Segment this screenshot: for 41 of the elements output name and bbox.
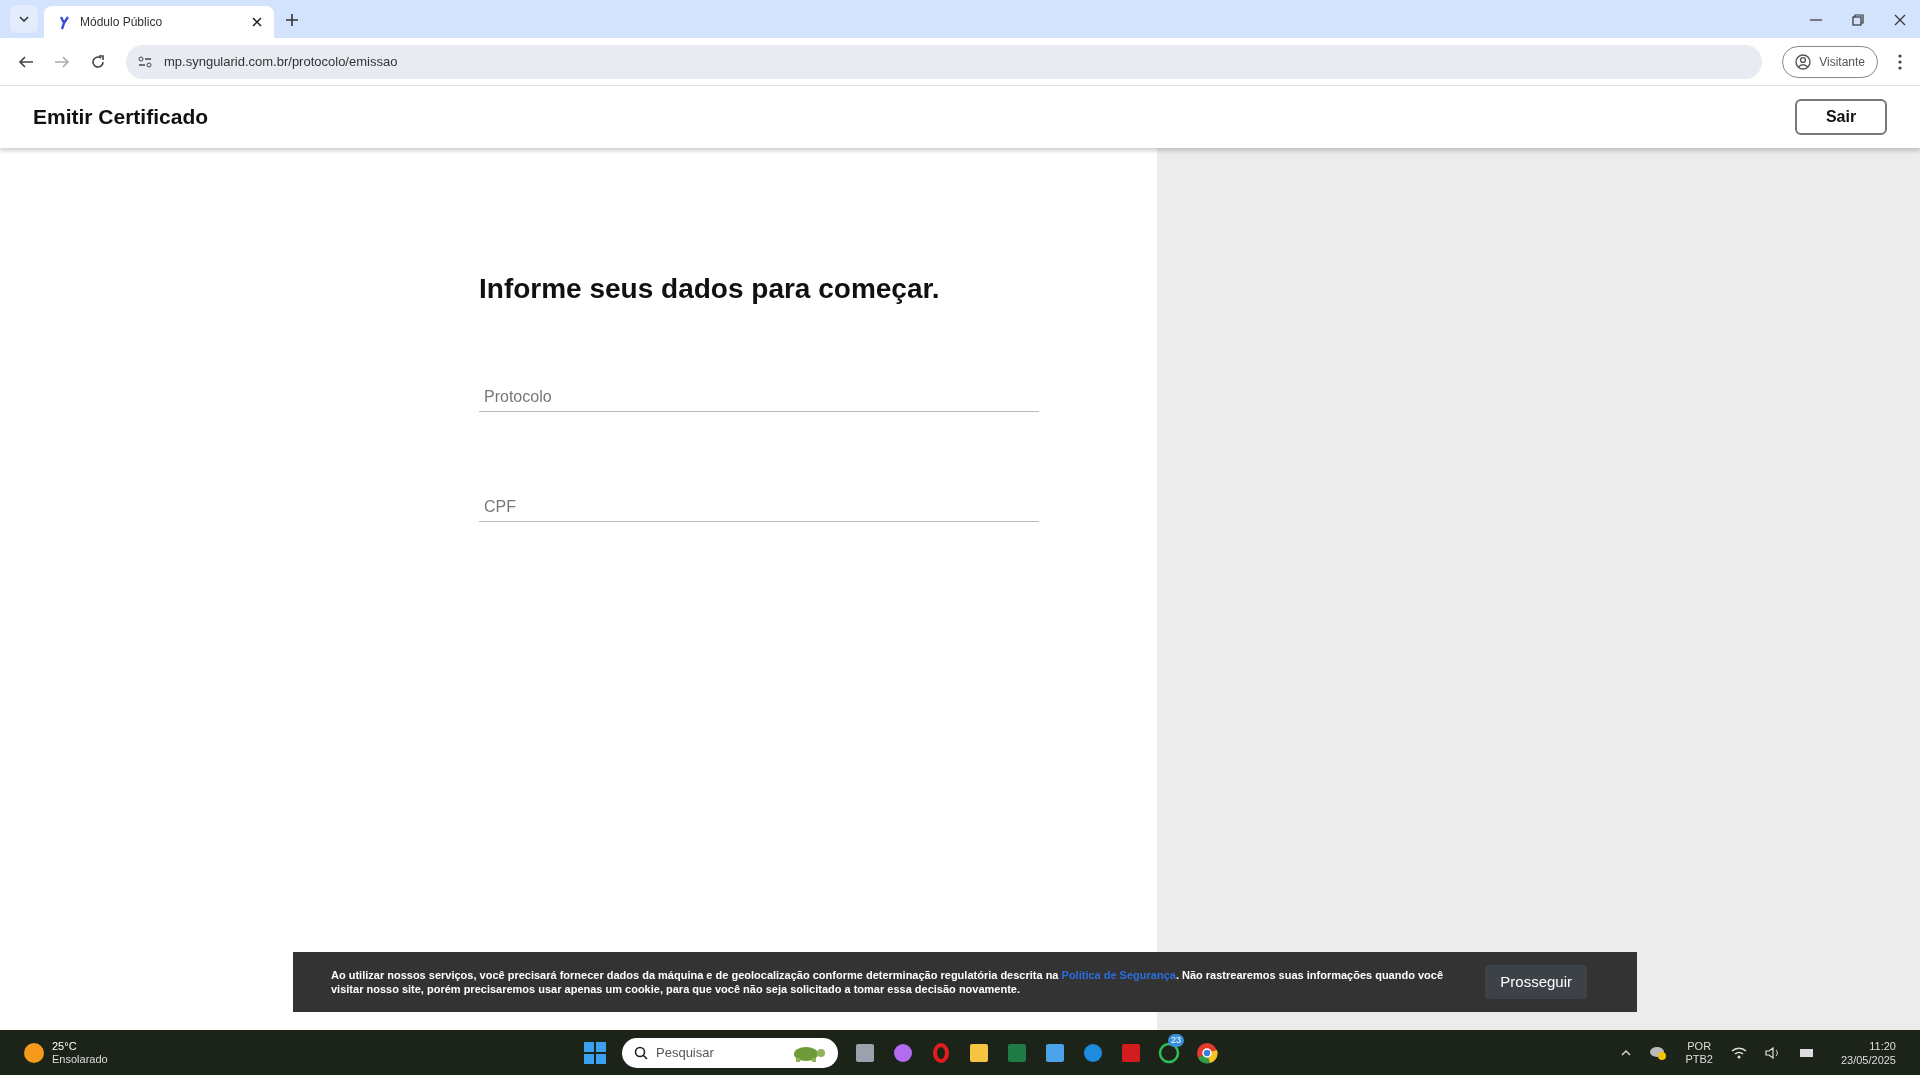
clock-date: 23/05/2025 [1840,1052,1896,1067]
tab-list-button[interactable] [10,5,38,33]
new-tab-icon[interactable] [286,14,298,26]
clock-time: 11:20 [1869,1038,1896,1053]
language-code: POR [1687,1039,1712,1053]
opera-icon[interactable] [930,1041,952,1064]
weather-condition: Ensolarado [52,1052,108,1066]
notification-badge: 23 [1168,1033,1184,1047]
chrome-icon[interactable] [1196,1041,1218,1064]
restore-icon[interactable] [1852,14,1864,26]
address-bar[interactable]: mp.syngularid.com.br/protocolo/emissao [126,44,1763,79]
search-placeholder: Pesquisar [656,1043,715,1062]
battery-icon[interactable] [1798,1046,1815,1059]
keyboard-layout: PTB2 [1685,1052,1713,1066]
search-field[interactable]: Pesquisar [622,1037,838,1068]
text-field[interactable]: Protocolo [479,382,1039,412]
close-icon[interactable] [1894,14,1906,26]
tab-title: Módulo Público [80,14,164,31]
browser-tab[interactable]: Módulo Público [44,6,274,38]
sun-icon [24,1042,44,1063]
wifi-icon[interactable] [1730,1046,1747,1059]
reload-icon[interactable] [90,53,106,70]
text-field[interactable]: CPF [479,492,1039,522]
close-icon[interactable] [252,17,262,27]
back-icon[interactable] [18,53,34,70]
weather-temp: 25°C [52,1039,78,1053]
logout-button[interactable]: Sair [1795,99,1887,135]
search-icon [634,1045,648,1060]
page-title: Emitir Certificado [33,104,210,131]
start-icon[interactable] [584,1041,606,1064]
chevron-up-icon[interactable] [1621,1049,1632,1056]
cloud-warning-icon[interactable] [1649,1044,1668,1061]
form-heading: Informe seus dados para começar. [479,272,941,306]
speaker-icon[interactable] [1764,1046,1781,1059]
menu-icon[interactable] [1898,53,1902,70]
chevron-down-icon [19,16,29,22]
cookie-notice: Ao utilizar nossos serviços, você precisará fornecer dados da máquina e de geolocalização conforme determinação regulatória descrita na Política de Segurança. Não rastrearemos suas informações quando você visitar nosso site, porém precisaremos usar apenas um cookie, para que você não seja solicitado a tomar essa decisão novamente. [331,968,1445,996]
site-settings-icon [138,54,152,69]
url-text: mp.syngularid.com.br/protocolo/emissao [164,52,398,71]
person-icon [1795,53,1812,70]
proceed-button[interactable]: Prosseguir [1485,965,1587,999]
